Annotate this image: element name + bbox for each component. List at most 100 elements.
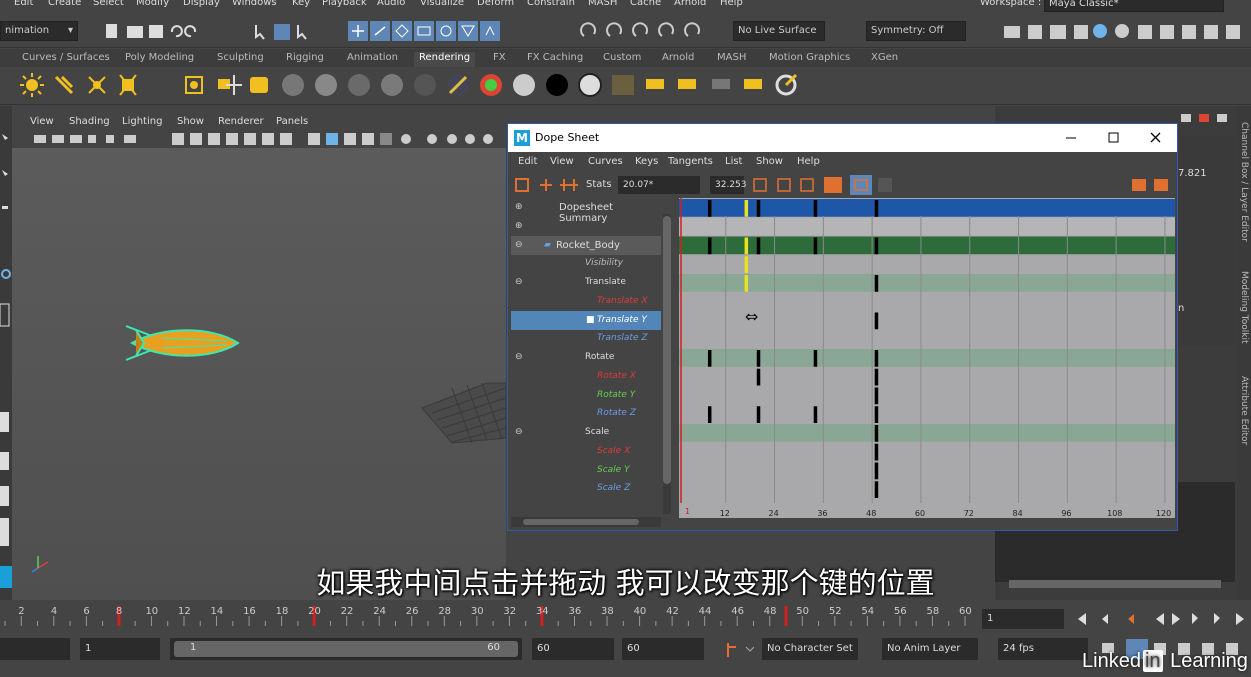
render-tools[interactable] bbox=[580, 22, 720, 40]
outliner-attribute-row[interactable]: Scale Y bbox=[511, 461, 661, 480]
keyframe[interactable] bbox=[744, 200, 749, 217]
ds-menu-view[interactable]: View bbox=[550, 156, 574, 167]
keyframe[interactable] bbox=[874, 387, 879, 405]
tab-fx-caching[interactable]: FX Caching bbox=[527, 52, 583, 63]
stats-field-1[interactable]: 20.07* bbox=[618, 176, 700, 194]
collapse-icon[interactable]: ⊖ bbox=[515, 352, 523, 362]
panel-menu-show[interactable]: Show bbox=[177, 116, 204, 127]
graph-row[interactable] bbox=[679, 386, 1175, 405]
outliner-attribute-row[interactable]: Visibility bbox=[511, 254, 661, 273]
workspace-dropdown[interactable]: Maya Classic* bbox=[1044, 0, 1224, 12]
graph-row[interactable] bbox=[679, 199, 1175, 217]
graph-row[interactable] bbox=[679, 330, 1175, 348]
keyframe[interactable] bbox=[756, 200, 761, 217]
graph-row[interactable] bbox=[679, 349, 1175, 367]
keyframe[interactable] bbox=[813, 237, 818, 255]
ds-menu-edit[interactable]: Edit bbox=[518, 156, 537, 167]
tab-fx[interactable]: FX bbox=[493, 52, 506, 63]
menu-windows[interactable]: Windows bbox=[232, 0, 277, 8]
tab-motion-graphics[interactable]: Motion Graphics bbox=[769, 52, 850, 63]
key-canvas[interactable]: 1 12 24 36 48 60 72 84 96 108 120 ⇔ bbox=[679, 198, 1175, 518]
ds-menu-curves[interactable]: Curves bbox=[588, 156, 623, 167]
outliner-summary-row[interactable]: ⊕ Dopesheet Summary bbox=[511, 198, 661, 224]
tab-curves-surfaces[interactable]: Curves / Surfaces bbox=[22, 52, 110, 63]
panel-menu-lighting[interactable]: Lighting bbox=[122, 116, 162, 127]
keyframe[interactable] bbox=[874, 275, 879, 292]
menu-key[interactable]: Key bbox=[292, 0, 310, 8]
menu-create[interactable]: Create bbox=[48, 0, 81, 8]
graph-row[interactable] bbox=[679, 424, 1175, 442]
playback-start-field[interactable]: 1 bbox=[80, 638, 160, 660]
expand-icon[interactable]: ⊕ bbox=[515, 202, 523, 212]
expand-icon[interactable]: ⊕ bbox=[515, 221, 523, 231]
graph-row[interactable] bbox=[679, 405, 1175, 423]
menu-set-dropdown[interactable]: nimation ▾ bbox=[0, 21, 78, 41]
graph-row[interactable] bbox=[679, 255, 1175, 273]
keyframe[interactable] bbox=[813, 406, 818, 423]
viewport[interactable] bbox=[12, 130, 506, 600]
ds-menu-show[interactable]: Show bbox=[756, 156, 783, 167]
tab-rigging[interactable]: Rigging bbox=[286, 52, 324, 63]
menu-cache[interactable]: Cache bbox=[630, 0, 661, 8]
graph-row[interactable] bbox=[679, 480, 1175, 498]
panel-menu-renderer[interactable]: Renderer bbox=[218, 116, 264, 127]
outliner-attribute-row[interactable]: Translate Z bbox=[511, 329, 661, 348]
snap-tools[interactable] bbox=[348, 21, 528, 41]
collapse-icon[interactable]: ⊖ bbox=[515, 427, 523, 437]
tab-xgen[interactable]: XGen bbox=[871, 52, 898, 63]
tab-attribute-editor[interactable]: Attribute Editor bbox=[1239, 376, 1249, 445]
keyframe[interactable] bbox=[707, 350, 712, 367]
graph-row[interactable] bbox=[679, 442, 1175, 461]
keyframe[interactable] bbox=[707, 237, 712, 255]
keyframe[interactable] bbox=[813, 350, 818, 367]
keyframe[interactable] bbox=[874, 481, 879, 498]
keyframe[interactable] bbox=[874, 312, 879, 330]
keyframe[interactable] bbox=[874, 368, 879, 386]
outliner-scrollbar[interactable] bbox=[663, 214, 671, 514]
keyframe[interactable] bbox=[874, 237, 879, 255]
keyframe[interactable] bbox=[874, 462, 879, 480]
channel-value[interactable]: 7.821 bbox=[1178, 168, 1207, 179]
shelf-icons[interactable] bbox=[18, 71, 818, 101]
tool-icons[interactable] bbox=[0, 106, 12, 600]
keyframe[interactable] bbox=[707, 200, 712, 217]
anim-layer-dropdown[interactable]: No Anim Layer bbox=[882, 638, 978, 660]
keyframe[interactable] bbox=[707, 406, 712, 423]
outliner-attribute-row[interactable]: ⊖ Translate bbox=[511, 273, 661, 292]
menu-deform[interactable]: Deform bbox=[477, 0, 514, 8]
collapse-icon[interactable]: ⊖ bbox=[515, 240, 523, 250]
keyframe[interactable] bbox=[874, 406, 879, 423]
menu-modify[interactable]: Modify bbox=[136, 0, 169, 8]
keyframe[interactable] bbox=[756, 368, 761, 386]
keyframe[interactable] bbox=[874, 443, 879, 461]
viewport-tool-icons[interactable] bbox=[12, 130, 506, 148]
fps-dropdown[interactable]: 24 fps bbox=[998, 638, 1088, 660]
collapse-icon[interactable]: ⊖ bbox=[515, 277, 523, 287]
keyframe[interactable] bbox=[756, 237, 761, 255]
ds-menu-keys[interactable]: Keys bbox=[635, 156, 658, 167]
tab-mash[interactable]: MASH bbox=[717, 52, 746, 63]
symmetry-dropdown[interactable]: Symmetry: Off bbox=[866, 21, 966, 41]
live-surface-field[interactable]: No Live Surface bbox=[733, 21, 825, 41]
tab-custom[interactable]: Custom bbox=[603, 52, 641, 63]
keyframe[interactable] bbox=[744, 237, 749, 255]
menu-display[interactable]: Display bbox=[183, 0, 220, 8]
menu-playback[interactable]: Playback bbox=[322, 0, 367, 8]
tab-animation[interactable]: Animation bbox=[347, 52, 398, 63]
outliner-attribute-row[interactable]: ⊖ Rotate bbox=[511, 348, 661, 367]
keyframe[interactable] bbox=[744, 256, 749, 273]
timeline-key[interactable] bbox=[784, 606, 788, 626]
menu-mash[interactable]: MASH bbox=[588, 0, 617, 8]
outliner-attribute-row[interactable]: Rotate X bbox=[511, 367, 661, 386]
graph-row[interactable] bbox=[679, 367, 1175, 386]
panel-menu-view[interactable]: View bbox=[30, 116, 54, 127]
outliner-attribute-row[interactable]: ⊖ Scale bbox=[511, 423, 661, 442]
stats-field-2[interactable]: 32.253 bbox=[710, 176, 747, 194]
ds-view-tools[interactable] bbox=[752, 175, 1172, 195]
keyframe[interactable] bbox=[874, 350, 879, 367]
frame-ruler[interactable] bbox=[679, 503, 1175, 518]
graph-row[interactable] bbox=[679, 274, 1175, 292]
dope-sheet-graph[interactable]: 1 12 24 36 48 60 72 84 96 108 120 ⇔ bbox=[679, 198, 1175, 518]
playback-end-field[interactable]: 60 bbox=[532, 638, 614, 660]
outliner-scroll-thumb[interactable] bbox=[663, 216, 671, 484]
